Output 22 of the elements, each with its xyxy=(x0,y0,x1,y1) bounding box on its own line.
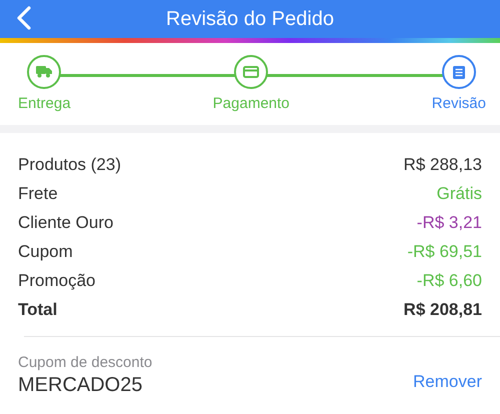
credit-card-icon xyxy=(243,66,260,78)
summary-label: Produtos (23) xyxy=(18,154,121,174)
summary-amount: Grátis xyxy=(436,184,482,204)
summary-amount: -R$ 3,21 xyxy=(416,212,482,232)
summary-amount: -R$ 6,60 xyxy=(416,270,482,290)
truck-icon xyxy=(36,66,52,78)
step-label: Pagamento xyxy=(212,95,290,112)
summary-amount: -R$ 69,51 xyxy=(407,242,482,262)
coupon-code: MERCADO25 xyxy=(18,374,144,397)
summary-label: Frete xyxy=(18,184,58,204)
summary-label: Cliente Ouro xyxy=(18,212,114,232)
summary-label: Total xyxy=(18,300,58,320)
summary-label: Cupom xyxy=(18,242,73,262)
summary-label: Promoção xyxy=(18,270,96,290)
remove-link[interactable]: Remover xyxy=(413,372,482,397)
step-label: Revisão xyxy=(432,95,486,112)
step-label: Entrega xyxy=(18,95,71,112)
screen-title: Revisão do Pedido xyxy=(166,8,334,30)
document-icon xyxy=(452,66,465,78)
summary-amount: R$ 288,13 xyxy=(404,154,482,174)
coupon-label: Cupom de desconto xyxy=(18,354,152,371)
summary-amount: R$ 208,81 xyxy=(404,300,482,320)
